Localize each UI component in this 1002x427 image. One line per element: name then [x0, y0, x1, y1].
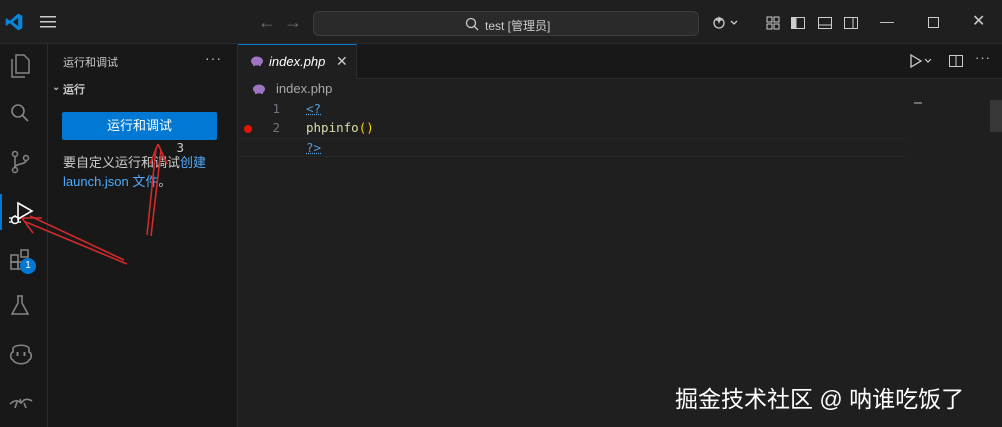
- copilot-icon[interactable]: [0, 332, 48, 376]
- toggle-secondary-sidebar-icon[interactable]: [843, 14, 859, 32]
- line-number: 1: [272, 101, 280, 116]
- watermark-text: 掘金技术社区 @ 呐谁吃饭了: [675, 386, 965, 412]
- editor-tabs: index.php ✕ ···: [238, 44, 1002, 79]
- code-line: 1 <?: [238, 100, 1002, 119]
- section-label: 运行: [63, 84, 85, 96]
- minimap[interactable]: [914, 102, 922, 104]
- source-control-icon[interactable]: [0, 140, 48, 184]
- search-icon: [465, 17, 479, 31]
- copilot-menu-icon[interactable]: [711, 14, 741, 32]
- close-window-icon[interactable]: ✕: [972, 11, 985, 31]
- toggle-primary-sidebar-icon[interactable]: [790, 14, 806, 32]
- search-text: test [管理员]: [485, 19, 551, 33]
- hamburger-menu-icon[interactable]: [38, 14, 60, 30]
- testing-icon[interactable]: [0, 284, 48, 328]
- hint-text: 要自定义运行和调试: [63, 155, 181, 170]
- remote-icon[interactable]: [0, 380, 48, 424]
- php-file-icon: [251, 56, 263, 66]
- code-line: 2 phpinfo(): [238, 119, 1002, 138]
- code-text: phpinfo(): [306, 120, 374, 135]
- line-number: 2: [272, 120, 280, 135]
- line-number: 3: [176, 140, 184, 155]
- code-text: ?>: [306, 140, 322, 155]
- breadcrumb-file: index.php: [276, 81, 333, 96]
- layout-icon[interactable]: [765, 14, 781, 32]
- split-editor-icon[interactable]: [948, 53, 964, 69]
- chevron-down-icon: ⌄: [52, 82, 61, 93]
- explorer-icon[interactable]: [0, 44, 48, 88]
- activity-bar: 1: [0, 44, 48, 427]
- run-and-debug-button[interactable]: 运行和调试: [62, 112, 217, 140]
- paren-token: (): [358, 120, 374, 135]
- more-actions-icon[interactable]: ···: [205, 50, 222, 66]
- editor-area: index.php ✕ ··· index.php 1 <? 2 phpinfo…: [176, 44, 1002, 427]
- tab-label: index.php: [269, 54, 326, 69]
- create-link[interactable]: 创建: [180, 155, 206, 170]
- hint-suffix: 。: [158, 174, 172, 189]
- code-line-current: 3 ?>: [176, 138, 906, 157]
- php-file-icon: [253, 84, 265, 94]
- run-section-header[interactable]: ⌄ 运行: [48, 80, 237, 100]
- run-debug-icon[interactable]: [0, 190, 48, 234]
- vertical-scrollbar[interactable]: [990, 100, 1002, 132]
- search-icon[interactable]: [0, 92, 48, 136]
- title-bar: ← → test [管理员] — ✕: [0, 0, 1002, 44]
- maximize-icon[interactable]: [928, 17, 939, 28]
- minimize-icon[interactable]: —: [880, 13, 894, 29]
- extensions-badge: 1: [20, 258, 36, 274]
- toggle-panel-icon[interactable]: [817, 14, 833, 32]
- sidebar-title: 运行和调试: [63, 57, 118, 69]
- vscode-logo-icon: [5, 13, 23, 31]
- code-text: <?: [306, 101, 322, 116]
- more-editor-actions-icon[interactable]: ···: [975, 50, 991, 65]
- command-center-search[interactable]: test [管理员]: [313, 11, 699, 36]
- tab-index-php[interactable]: index.php ✕: [238, 44, 357, 79]
- close-icon[interactable]: ✕: [336, 53, 348, 70]
- arrow-left-icon[interactable]: ←: [258, 12, 276, 33]
- arrow-right-icon[interactable]: →: [284, 12, 302, 33]
- launch-json-hint: 要自定义运行和调试创建 launch.json 文件。: [63, 153, 228, 191]
- launch-json-link[interactable]: launch.json 文件: [63, 174, 158, 189]
- function-token: phpinfo: [306, 120, 359, 135]
- run-debug-sidebar: 运行和调试 ··· ⌄ 运行 运行和调试 要自定义运行和调试创建 launch.j…: [48, 44, 238, 427]
- run-code-icon[interactable]: [908, 53, 936, 69]
